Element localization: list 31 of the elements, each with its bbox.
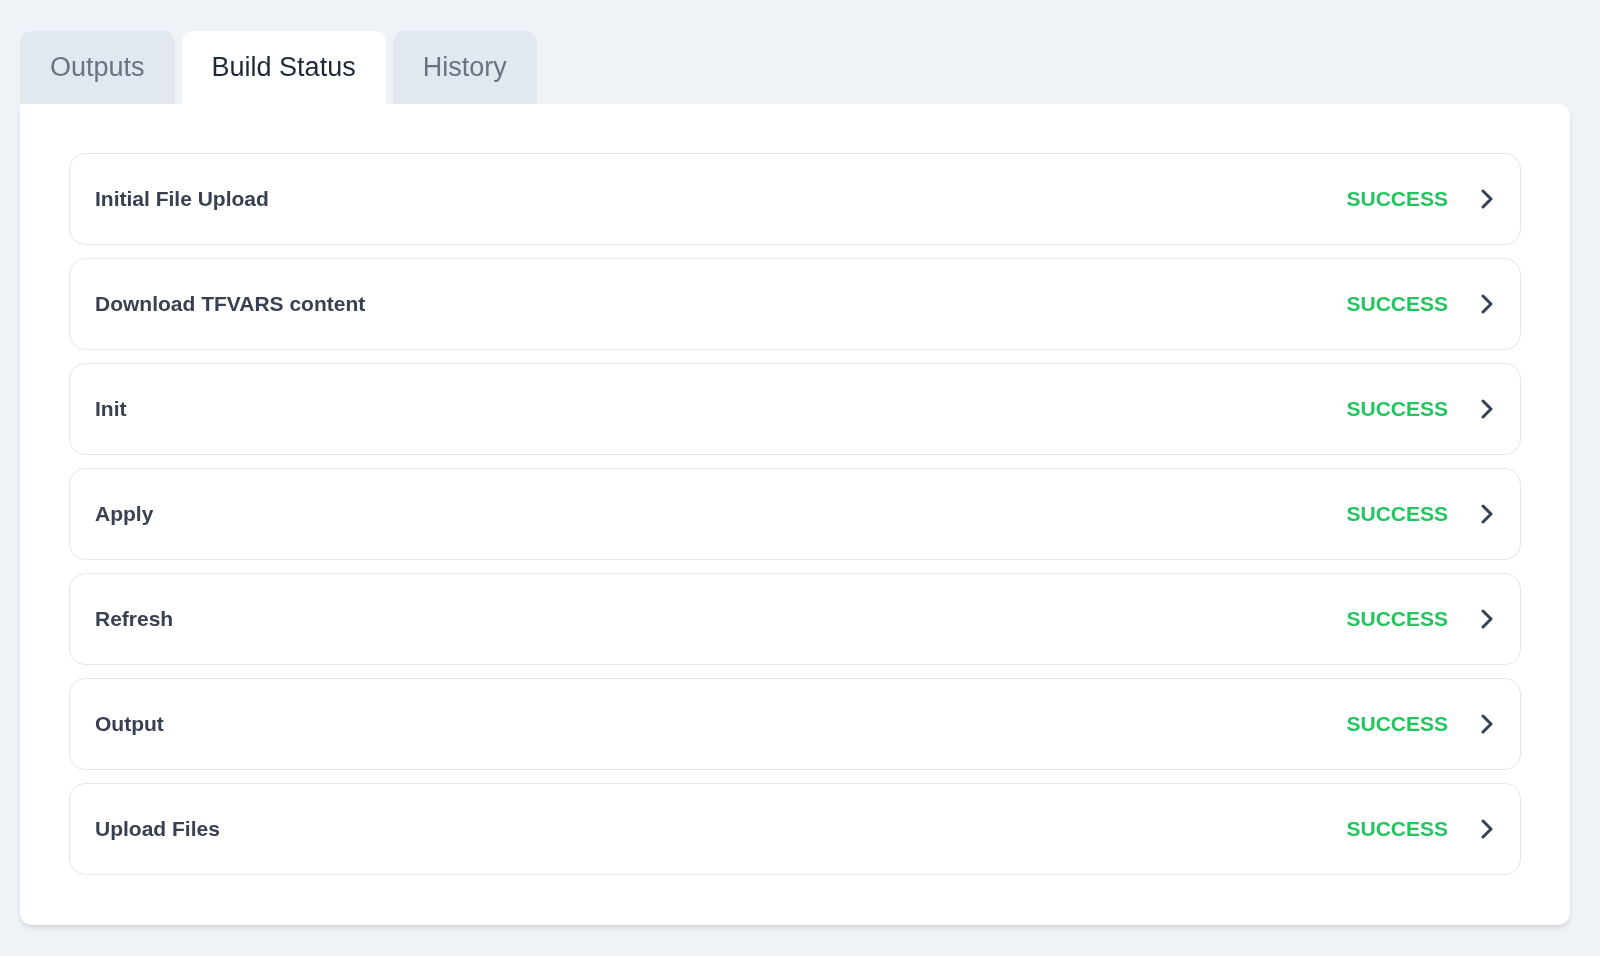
status-text: SUCCESS: [1346, 186, 1448, 213]
chevron-right-icon: [1480, 294, 1494, 314]
chevron-right-icon: [1480, 189, 1494, 209]
chevron-right-icon: [1480, 819, 1494, 839]
step-row[interactable]: Download TFVARS content SUCCESS: [69, 258, 1521, 350]
step-name: Init: [95, 396, 128, 423]
status-text: SUCCESS: [1346, 396, 1448, 423]
status-text: SUCCESS: [1346, 606, 1448, 633]
step-row[interactable]: Apply SUCCESS: [69, 468, 1521, 560]
step-name: Output: [95, 711, 165, 738]
status-text: SUCCESS: [1346, 816, 1448, 843]
step-row[interactable]: Init SUCCESS: [69, 363, 1521, 455]
chevron-right-icon: [1480, 714, 1494, 734]
step-name: Refresh: [95, 606, 175, 633]
status-text: SUCCESS: [1346, 501, 1448, 528]
tab[interactable]: History: [392, 31, 537, 104]
tab[interactable]: Build Status: [181, 31, 386, 104]
tab[interactable]: Outputs: [20, 31, 175, 104]
step-name: Initial File Upload: [95, 186, 270, 213]
step-name: Download TFVARS content: [95, 291, 367, 318]
step-name: Apply: [95, 501, 155, 528]
step-name: Upload Files: [95, 816, 221, 843]
step-row[interactable]: Output SUCCESS: [69, 678, 1521, 770]
status-text: SUCCESS: [1346, 291, 1448, 318]
chevron-right-icon: [1480, 609, 1494, 629]
status-text: SUCCESS: [1346, 711, 1448, 738]
chevron-right-icon: [1480, 399, 1494, 419]
step-row[interactable]: Upload Files SUCCESS: [69, 783, 1521, 875]
step-row[interactable]: Refresh SUCCESS: [69, 573, 1521, 665]
chevron-right-icon: [1480, 504, 1494, 524]
step-row[interactable]: Initial File Upload SUCCESS: [69, 153, 1521, 245]
